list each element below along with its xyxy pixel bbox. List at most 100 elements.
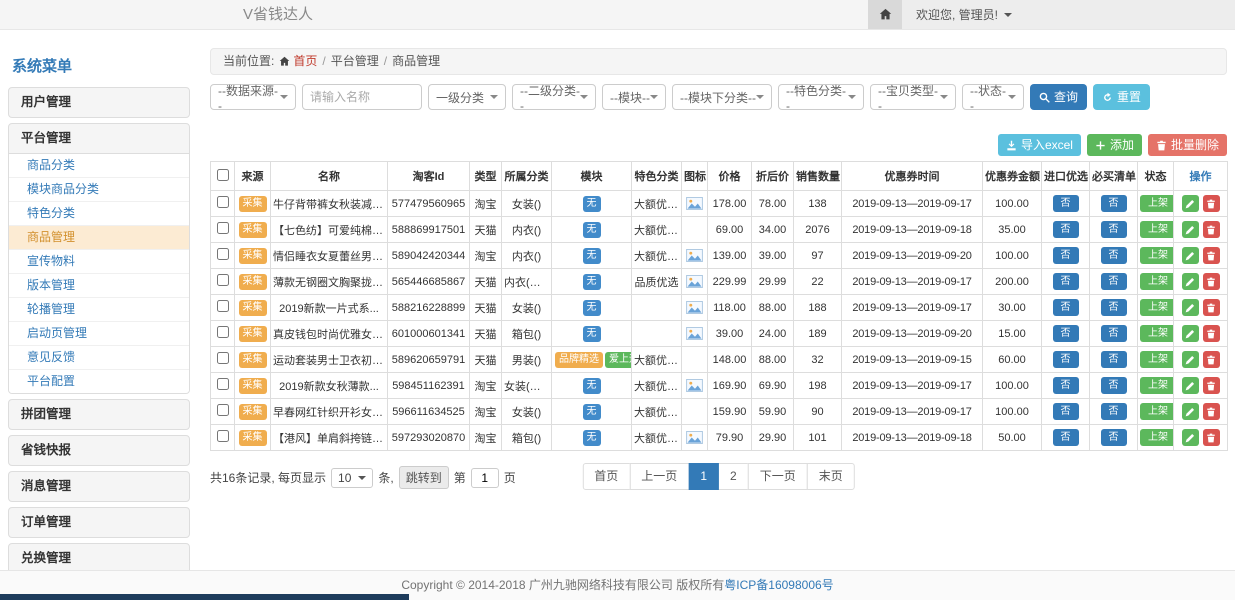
- page-button-6[interactable]: 末页: [807, 463, 855, 490]
- jump-button[interactable]: 跳转到: [399, 466, 449, 489]
- user-menu[interactable]: 欢迎您, 管理员!: [902, 0, 1026, 29]
- must-buy-toggle[interactable]: 否: [1101, 325, 1127, 342]
- import-select-toggle[interactable]: 否: [1053, 403, 1079, 420]
- delete-button[interactable]: [1203, 351, 1220, 368]
- import-select-toggle[interactable]: 否: [1053, 429, 1079, 446]
- filter-select-5[interactable]: --模块--: [602, 84, 666, 110]
- filter-select-9[interactable]: --状态--: [962, 84, 1024, 110]
- status-toggle[interactable]: 上架: [1140, 429, 1174, 446]
- status-toggle[interactable]: 上架: [1140, 325, 1174, 342]
- per-page-select[interactable]: 10: [331, 468, 373, 488]
- sidebar-subitem-2[interactable]: 模块商品分类: [9, 178, 189, 202]
- filter-select-7[interactable]: --特色分类--: [778, 84, 864, 110]
- sidebar-item-1[interactable]: 用户管理: [9, 88, 189, 117]
- delete-button[interactable]: [1203, 195, 1220, 212]
- status-toggle[interactable]: 上架: [1140, 403, 1174, 420]
- import-excel-button[interactable]: 导入excel: [998, 134, 1081, 156]
- row-checkbox[interactable]: [217, 326, 229, 338]
- edit-button[interactable]: [1182, 429, 1199, 446]
- delete-button[interactable]: [1203, 429, 1220, 446]
- sidebar-subitem-6[interactable]: 版本管理: [9, 274, 189, 298]
- select-all-checkbox[interactable]: [217, 169, 229, 181]
- sidebar-subitem-7[interactable]: 轮播管理: [9, 298, 189, 322]
- must-buy-toggle[interactable]: 否: [1101, 429, 1127, 446]
- row-checkbox[interactable]: [217, 274, 229, 286]
- sidebar-subitem-9[interactable]: 意见反馈: [9, 346, 189, 370]
- import-select-toggle[interactable]: 否: [1053, 221, 1079, 238]
- filter-select-1[interactable]: --数据来源--: [210, 84, 296, 110]
- delete-button[interactable]: [1203, 325, 1220, 342]
- sidebar-subitem-5[interactable]: 宣传物料: [9, 250, 189, 274]
- must-buy-toggle[interactable]: 否: [1101, 351, 1127, 368]
- sidebar-item-2[interactable]: 平台管理: [9, 124, 189, 153]
- status-toggle[interactable]: 上架: [1140, 377, 1174, 394]
- icp-link[interactable]: 粤ICP备16098006号: [724, 578, 833, 592]
- sidebar-subitem-10[interactable]: 平台配置: [9, 370, 189, 393]
- sidebar-subitem-1[interactable]: 商品分类: [9, 154, 189, 178]
- import-select-toggle[interactable]: 否: [1053, 247, 1079, 264]
- edit-button[interactable]: [1182, 247, 1199, 264]
- sidebar-item-5[interactable]: 消息管理: [9, 472, 189, 501]
- sidebar-subitem-8[interactable]: 启动页管理: [9, 322, 189, 346]
- filter-select-3[interactable]: 一级分类: [428, 84, 506, 110]
- home-button[interactable]: [868, 0, 902, 29]
- must-buy-toggle[interactable]: 否: [1101, 195, 1127, 212]
- edit-button[interactable]: [1182, 299, 1199, 316]
- delete-button[interactable]: [1203, 403, 1220, 420]
- search-button[interactable]: 查询: [1030, 84, 1087, 110]
- sidebar-item-7[interactable]: 兑换管理: [9, 544, 189, 573]
- import-select-toggle[interactable]: 否: [1053, 273, 1079, 290]
- status-toggle[interactable]: 上架: [1140, 299, 1174, 316]
- name-search-input[interactable]: [302, 84, 422, 110]
- must-buy-toggle[interactable]: 否: [1101, 247, 1127, 264]
- must-buy-toggle[interactable]: 否: [1101, 273, 1127, 290]
- sidebar-item-4[interactable]: 省钱快报: [9, 436, 189, 465]
- edit-button[interactable]: [1182, 325, 1199, 342]
- delete-button[interactable]: [1203, 247, 1220, 264]
- status-toggle[interactable]: 上架: [1140, 221, 1174, 238]
- page-button-2[interactable]: 上一页: [629, 463, 689, 490]
- import-select-toggle[interactable]: 否: [1053, 195, 1079, 212]
- status-toggle[interactable]: 上架: [1140, 351, 1174, 368]
- page-button-3[interactable]: 1: [688, 463, 719, 490]
- import-select-toggle[interactable]: 否: [1053, 299, 1079, 316]
- edit-button[interactable]: [1182, 221, 1199, 238]
- page-button-5[interactable]: 下一页: [748, 463, 808, 490]
- import-select-toggle[interactable]: 否: [1053, 377, 1079, 394]
- row-checkbox[interactable]: [217, 196, 229, 208]
- status-toggle[interactable]: 上架: [1140, 247, 1174, 264]
- edit-button[interactable]: [1182, 377, 1199, 394]
- row-checkbox[interactable]: [217, 300, 229, 312]
- edit-button[interactable]: [1182, 195, 1199, 212]
- must-buy-toggle[interactable]: 否: [1101, 403, 1127, 420]
- page-button-4[interactable]: 2: [718, 463, 749, 490]
- filter-select-6[interactable]: --模块下分类--: [672, 84, 772, 110]
- sidebar-item-6[interactable]: 订单管理: [9, 508, 189, 537]
- page-button-1[interactable]: 首页: [582, 463, 630, 490]
- row-checkbox[interactable]: [217, 222, 229, 234]
- row-checkbox[interactable]: [217, 352, 229, 364]
- row-checkbox[interactable]: [217, 430, 229, 442]
- delete-button[interactable]: [1203, 299, 1220, 316]
- delete-button[interactable]: [1203, 377, 1220, 394]
- delete-button[interactable]: [1203, 221, 1220, 238]
- import-select-toggle[interactable]: 否: [1053, 325, 1079, 342]
- status-toggle[interactable]: 上架: [1140, 273, 1174, 290]
- delete-button[interactable]: [1203, 273, 1220, 290]
- reset-button[interactable]: 重置: [1093, 84, 1150, 110]
- filter-select-8[interactable]: --宝贝类型--: [870, 84, 956, 110]
- batch-delete-button[interactable]: 批量删除: [1148, 134, 1227, 156]
- breadcrumb-item[interactable]: 平台管理: [331, 54, 379, 69]
- must-buy-toggle[interactable]: 否: [1101, 299, 1127, 316]
- import-select-toggle[interactable]: 否: [1053, 351, 1079, 368]
- edit-button[interactable]: [1182, 351, 1199, 368]
- sidebar-subitem-3[interactable]: 特色分类: [9, 202, 189, 226]
- row-checkbox[interactable]: [217, 248, 229, 260]
- page-jump-input[interactable]: [471, 468, 499, 488]
- row-checkbox[interactable]: [217, 378, 229, 390]
- status-toggle[interactable]: 上架: [1140, 195, 1174, 212]
- must-buy-toggle[interactable]: 否: [1101, 221, 1127, 238]
- sidebar-subitem-4[interactable]: 商品管理: [9, 226, 189, 250]
- edit-button[interactable]: [1182, 403, 1199, 420]
- edit-button[interactable]: [1182, 273, 1199, 290]
